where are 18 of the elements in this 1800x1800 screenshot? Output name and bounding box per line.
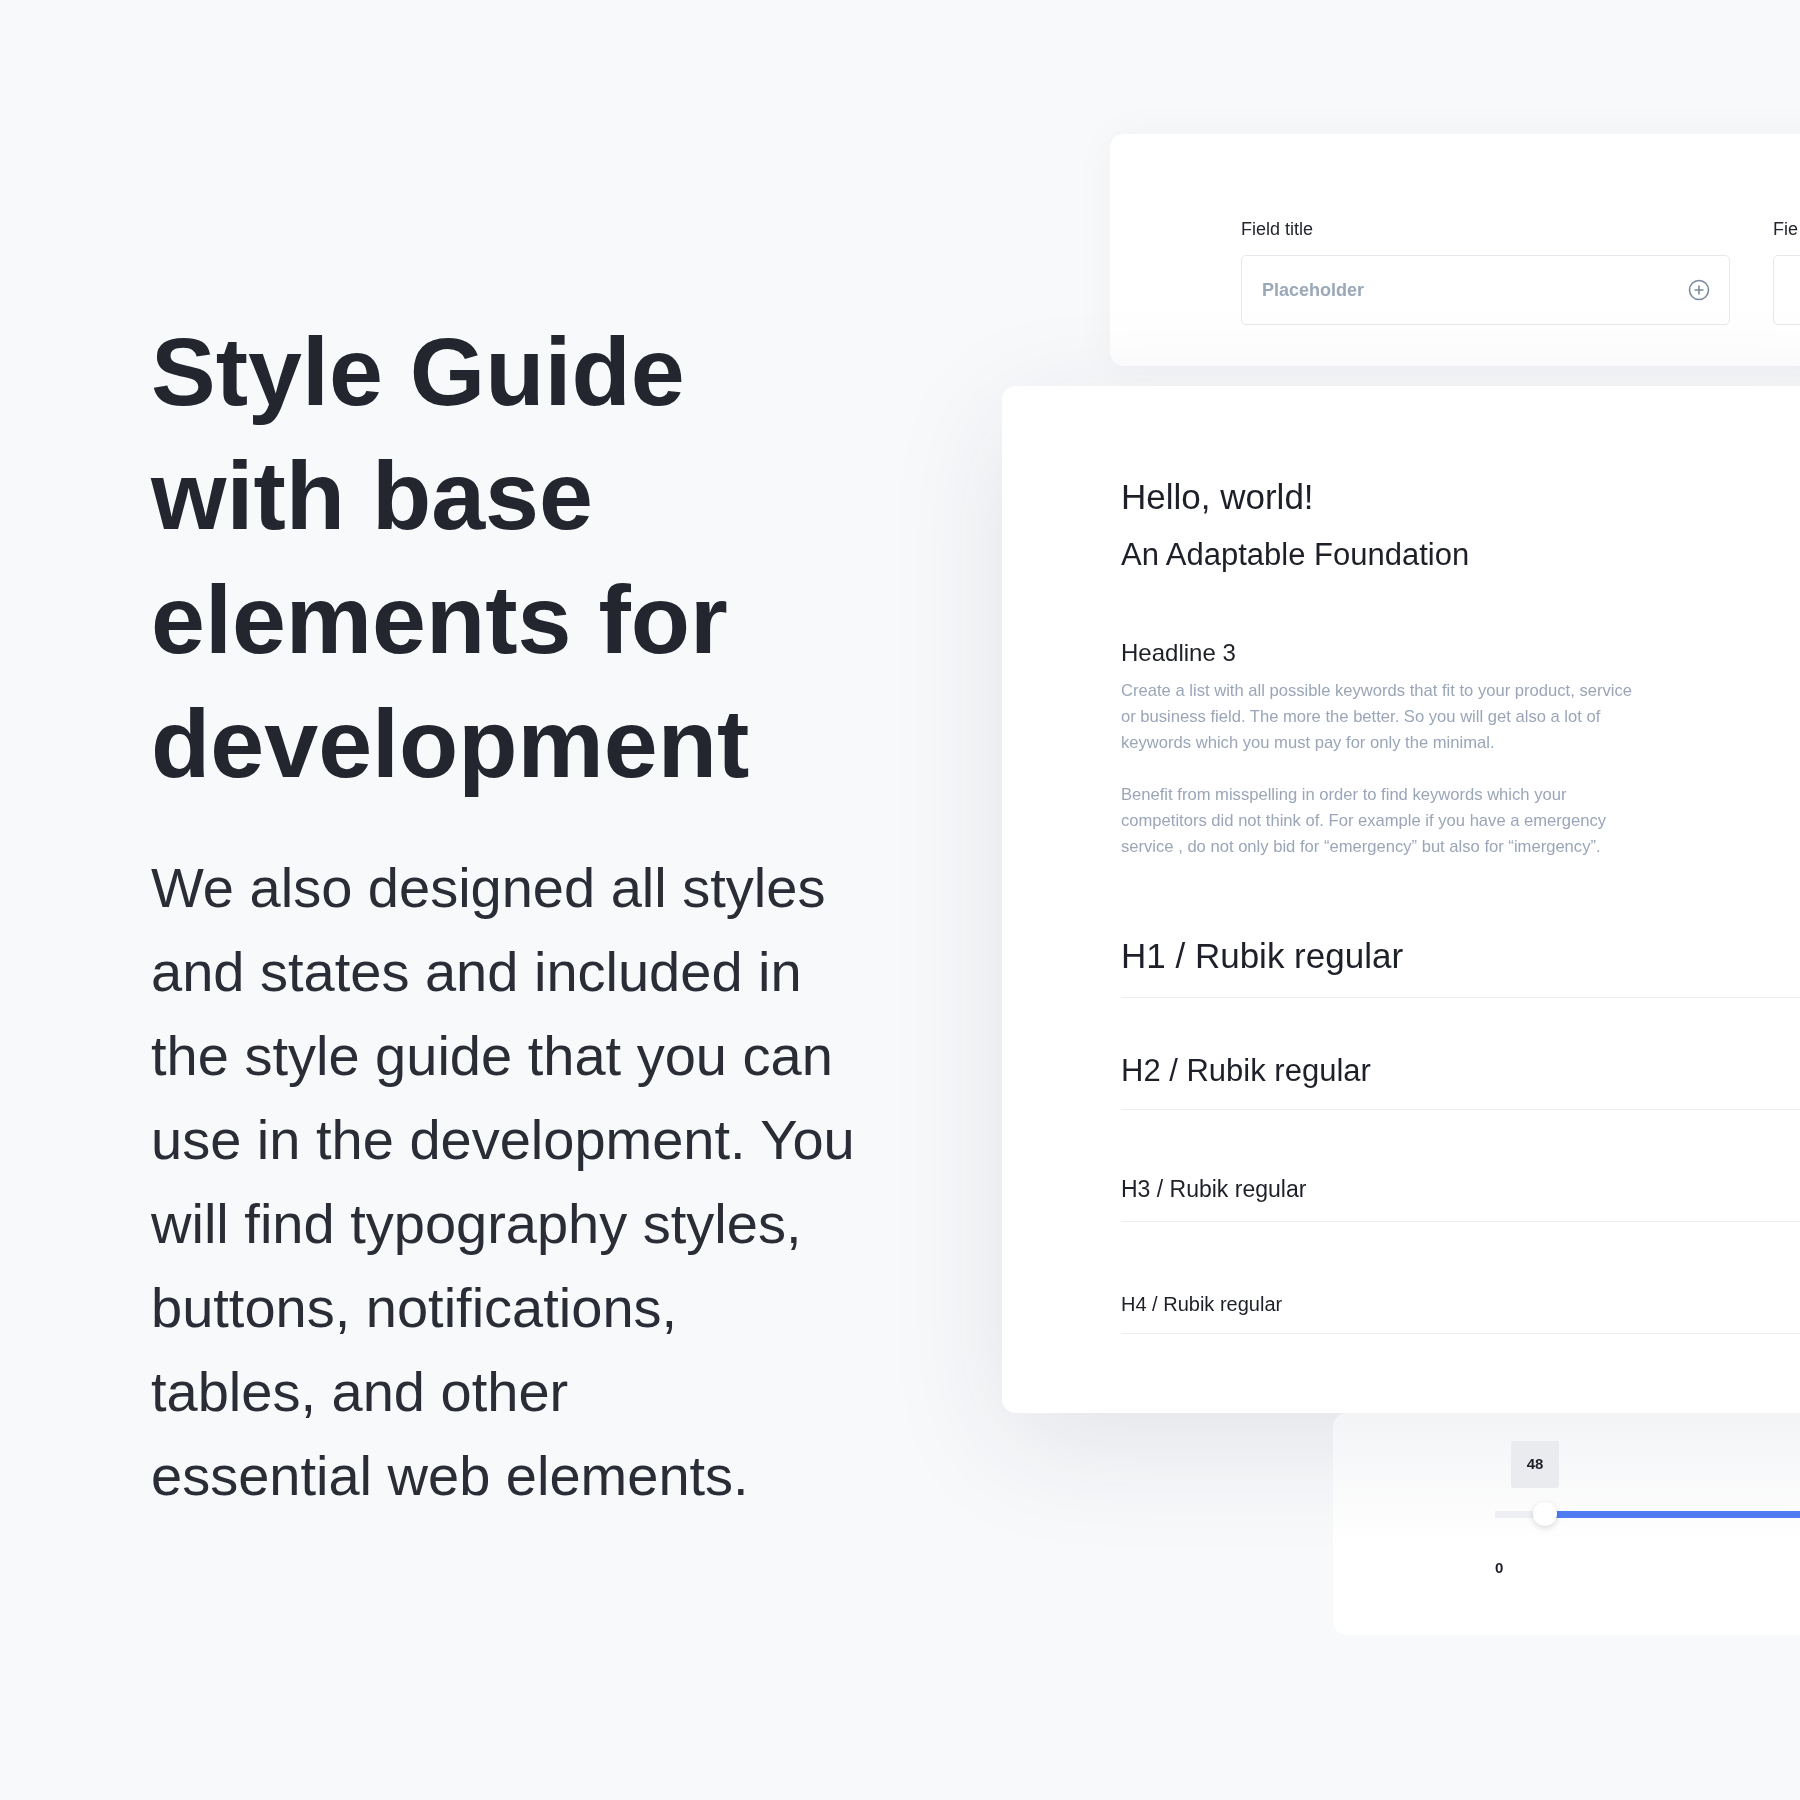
style-sample-text: H3 / Rubik regular bbox=[1121, 1175, 1307, 1205]
subheading-text: An Adaptable Foundation bbox=[1121, 536, 1471, 574]
value-tooltip: 48 bbox=[1511, 1441, 1559, 1488]
style-sample-text: H1 / Rubik regular bbox=[1121, 935, 1404, 978]
slider-thumb[interactable] bbox=[1533, 1502, 1558, 1526]
style-sample-text: H2 / Rubik regular bbox=[1121, 1052, 1371, 1091]
plus-circle-icon[interactable] bbox=[1688, 279, 1710, 301]
body-text: Benefit from misspelling in order to find keywords which your competitors did not think of. For example if you have a emergency service , do not only bid for “emergency” but also for “imergency”. bbox=[1121, 784, 1608, 858]
page-heading: Style Guide with base elements for development bbox=[151, 316, 751, 800]
body-text: Create a list with all possible keywords that fit to your product, service or business field. The more the better. So you will get also a lot of keywords which you must pay for only the minimal. bbox=[1121, 680, 1633, 754]
headline-text: Headline 3 bbox=[1121, 639, 1237, 668]
min-value-label: 0 bbox=[1495, 1558, 1504, 1578]
field-label: Fie bbox=[1773, 218, 1799, 241]
style-sample-text: H4 / Rubik regular bbox=[1121, 1292, 1283, 1317]
field-label: Field title bbox=[1241, 218, 1315, 241]
input-field[interactable]: Placeholder bbox=[1241, 255, 1730, 325]
heading-text: Hello, world! bbox=[1121, 476, 1315, 518]
description-text: We also designed all styles and states and included in the style guide that you can use in the development. You will find typography styles, buttons, notifications, tables, and other essential web elements. bbox=[151, 855, 856, 1509]
